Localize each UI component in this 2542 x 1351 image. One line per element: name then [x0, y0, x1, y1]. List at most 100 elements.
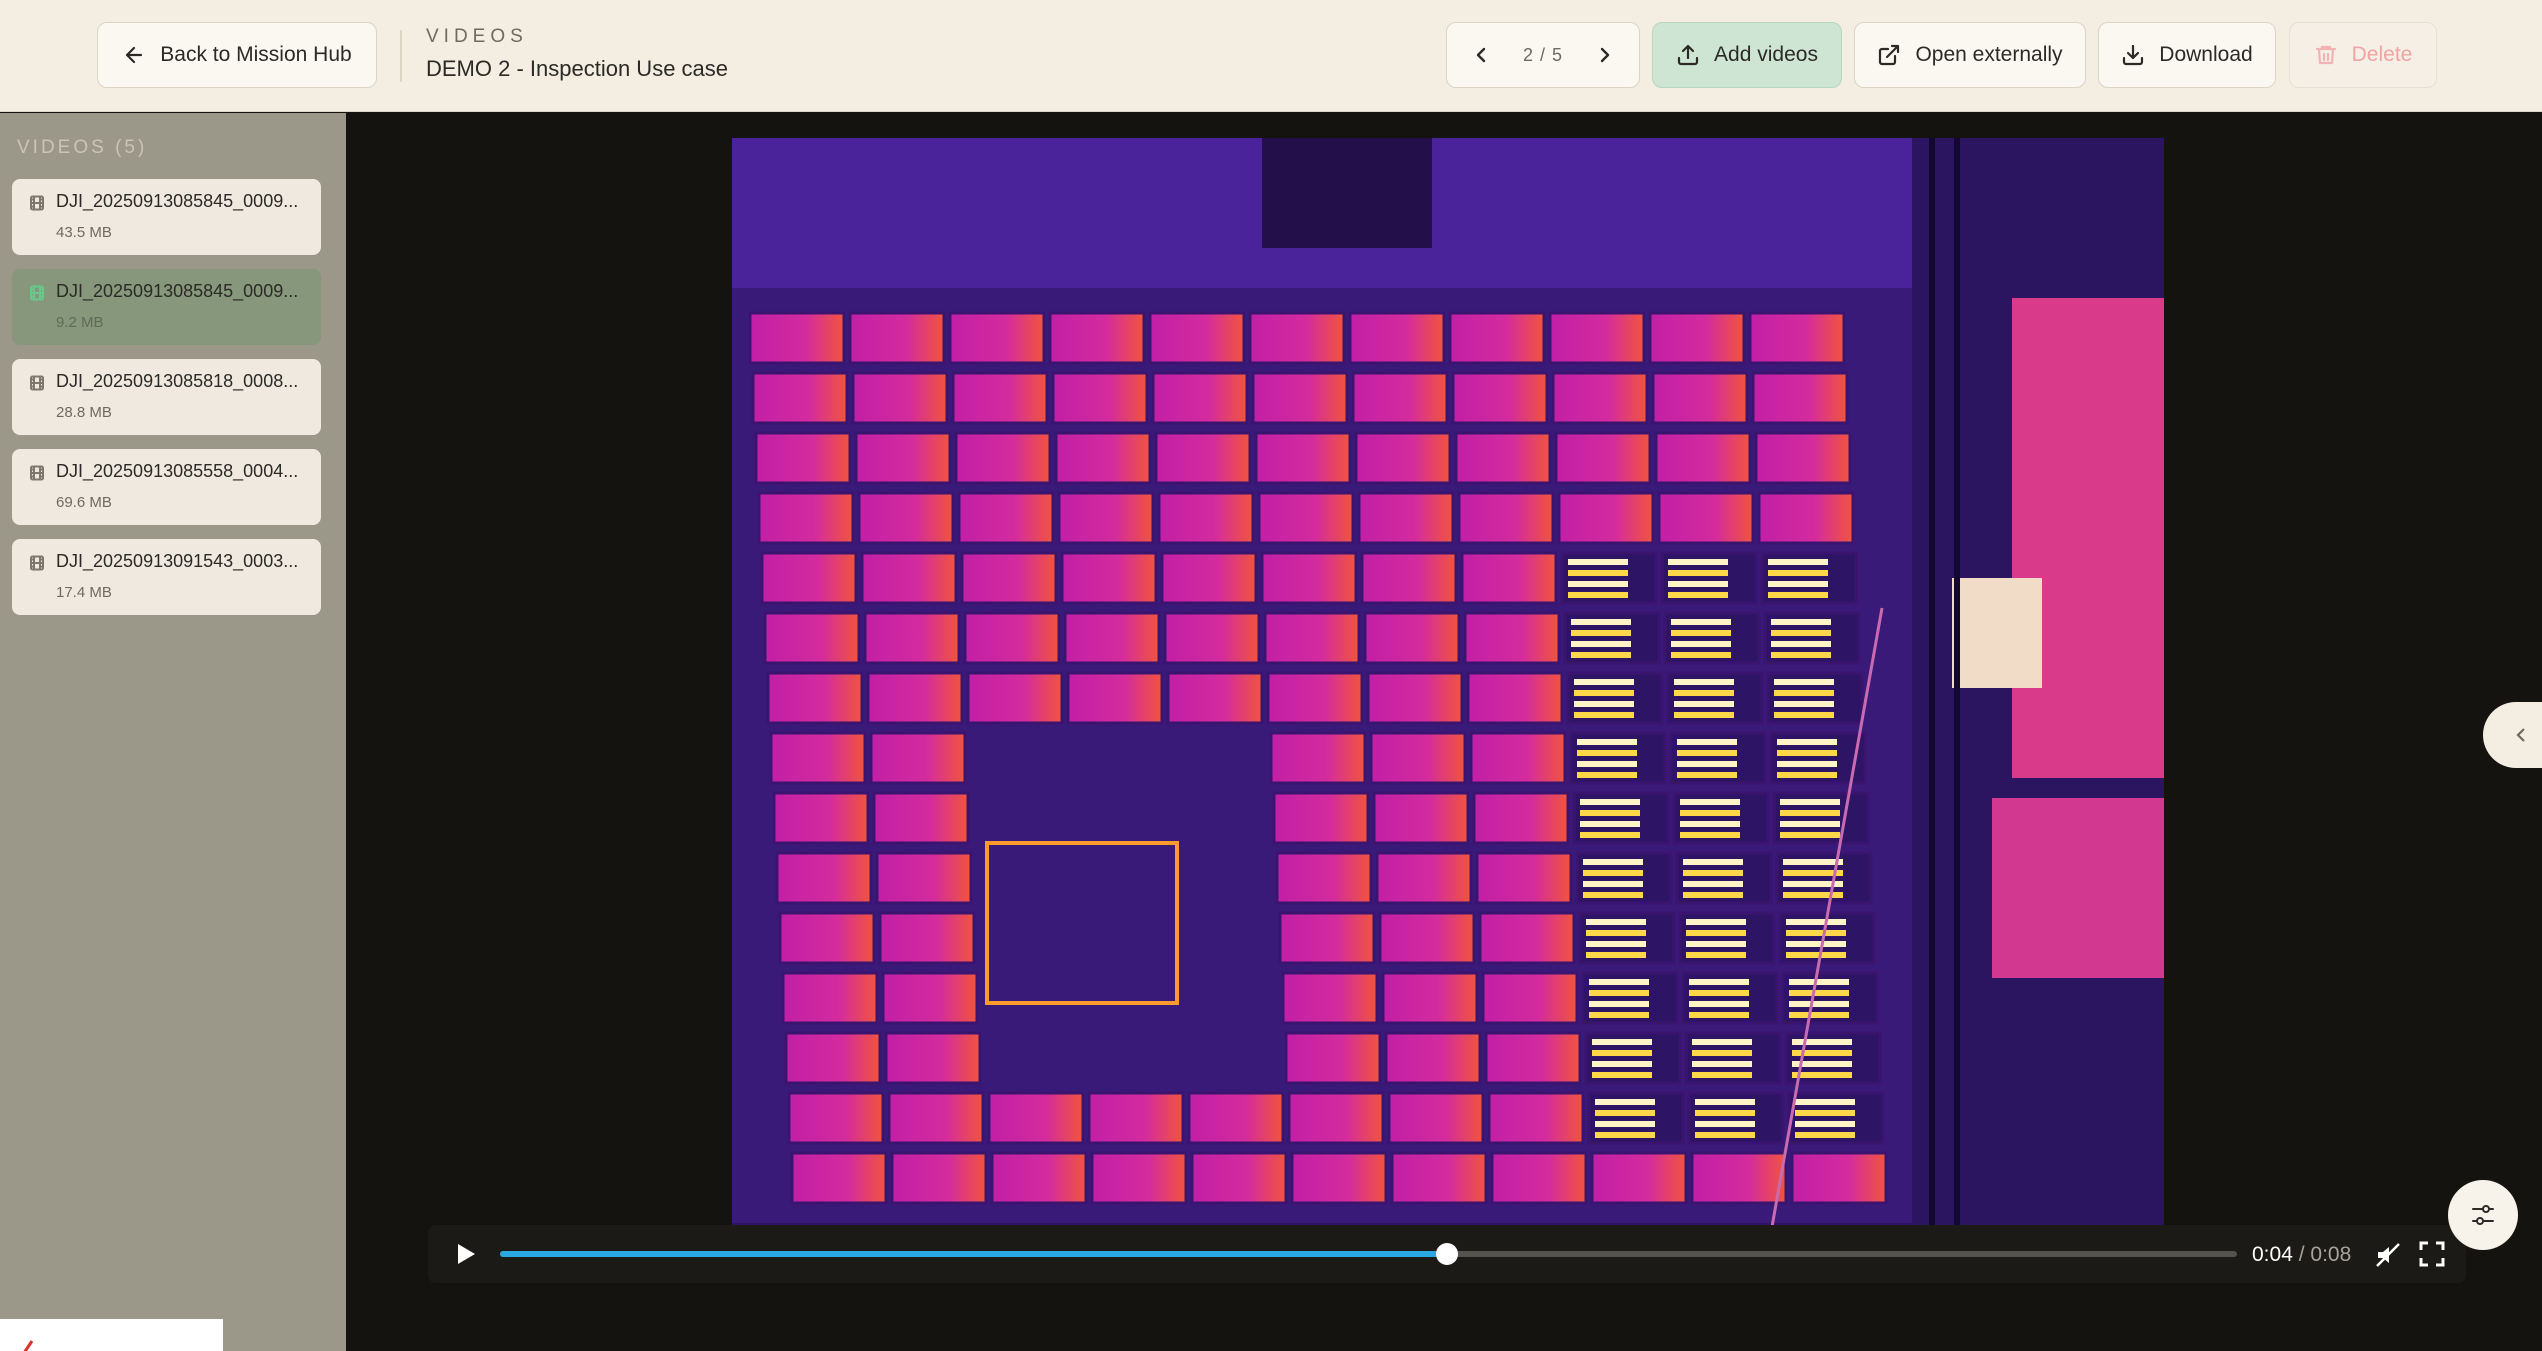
thermal-hotspot	[1780, 832, 1840, 838]
settings-button[interactable]	[2448, 1180, 2518, 1250]
corner-badge	[0, 1319, 223, 1351]
thermal-hotspot	[1574, 701, 1634, 707]
thermal-panel	[1490, 1151, 1588, 1205]
thermal-panel	[854, 431, 952, 485]
thermal-panel	[1090, 1151, 1188, 1205]
thermal-hotspot	[1695, 1110, 1755, 1116]
delete-button[interactable]: Delete	[2289, 22, 2437, 88]
thermal-panel	[1278, 911, 1376, 965]
thermal-hotspot	[1671, 619, 1731, 625]
thermal-hotspot	[1668, 592, 1728, 598]
thermal-panel	[1357, 491, 1455, 545]
thermal-panel	[1590, 1151, 1688, 1205]
open-externally-button[interactable]: Open externally	[1854, 22, 2086, 88]
thermal-hotspot	[1668, 559, 1728, 565]
thermal-hotspot	[1683, 870, 1743, 876]
list-item-video-5[interactable]: DJI_20250913091543_0003... 17.4 MB	[12, 539, 321, 615]
thermal-panel	[790, 1151, 888, 1205]
thermal-hotspot	[1689, 1001, 1749, 1007]
thermal-panel	[966, 671, 1064, 725]
fullscreen-icon[interactable]	[2419, 1241, 2445, 1267]
thermal-hotspot	[1686, 930, 1746, 936]
thermal-hotspot	[1692, 1050, 1752, 1056]
seek-bar[interactable]	[500, 1243, 2237, 1265]
thermal-panel	[1469, 731, 1567, 785]
thermal-panel	[1557, 491, 1655, 545]
thermal-panel	[1048, 311, 1146, 365]
collapse-panel-tab[interactable]	[2483, 702, 2542, 768]
thermal-panel	[1457, 491, 1555, 545]
thermal-panel	[754, 431, 852, 485]
thermal-hotspot	[1583, 870, 1643, 876]
video-frame[interactable]	[732, 138, 2164, 1283]
thermal-hotspot	[1768, 559, 1828, 565]
add-videos-button[interactable]: Add videos	[1652, 22, 1842, 88]
thermal-hotspot	[1674, 701, 1734, 707]
thermal-panel	[1451, 371, 1549, 425]
thermal-hotspot	[1768, 570, 1828, 576]
thermal-hotspot	[1668, 570, 1728, 576]
list-item-video-3[interactable]: DJI_20250913085818_0008... 28.8 MB	[12, 359, 321, 435]
video-name: DJI_20250913085845_0009...	[56, 281, 299, 301]
back-to-mission-hub-button[interactable]: Back to Mission Hub	[97, 22, 377, 88]
video-size: 9.2 MB	[56, 314, 104, 331]
thermal-panel	[1472, 791, 1570, 845]
thermal-hotspot	[1689, 990, 1749, 996]
thermal-panel	[1484, 1031, 1582, 1085]
thermal-panel	[748, 311, 846, 365]
sidebar-title: VIDEOS (5)	[17, 137, 148, 158]
thermal-hotspot	[1792, 1072, 1852, 1078]
thermal-video-image	[732, 138, 2164, 1283]
thermal-hotspot	[1683, 881, 1743, 887]
video-controls: 0:04 / 0:08	[428, 1225, 2466, 1283]
upload-icon	[1677, 44, 1699, 66]
thermal-panel	[763, 611, 861, 665]
thermal-hotspot	[1783, 859, 1843, 865]
thermal-panel	[781, 971, 879, 1025]
list-item-video-4[interactable]: DJI_20250913085558_0004... 69.6 MB	[12, 449, 321, 525]
thermal-panel	[1260, 551, 1358, 605]
download-button[interactable]: Download	[2098, 22, 2276, 88]
chevron-left-icon[interactable]	[1469, 43, 1493, 67]
film-icon	[29, 465, 45, 481]
thermal-panel	[1748, 311, 1846, 365]
list-item-video-2[interactable]: DJI_20250913085845_0009... 9.2 MB	[12, 269, 321, 345]
thermal-hotspot	[1695, 1121, 1755, 1127]
play-icon[interactable]	[452, 1241, 478, 1267]
thermal-hotspot	[1680, 832, 1740, 838]
thermal-panel	[951, 371, 1049, 425]
thermal-panel	[1381, 971, 1479, 1025]
thermal-panel	[1651, 371, 1749, 425]
video-pager: 2 / 5	[1446, 22, 1640, 88]
thermal-panel	[1554, 431, 1652, 485]
thermal-panel	[1157, 491, 1255, 545]
thermal-hotspot	[1586, 952, 1646, 958]
video-size: 17.4 MB	[56, 584, 112, 601]
thermal-hotspot	[1689, 1012, 1749, 1018]
thermal-hotspot	[1577, 739, 1637, 745]
thermal-hotspot	[1583, 859, 1643, 865]
video-name: DJI_20250913085845_0009...	[56, 191, 299, 211]
mute-icon[interactable]	[2374, 1241, 2402, 1269]
thermal-hotspot	[1677, 761, 1737, 767]
thermal-hotspot	[1686, 919, 1746, 925]
chevron-right-icon[interactable]	[1593, 43, 1617, 67]
header-divider	[400, 30, 402, 82]
thermal-panel	[1269, 731, 1367, 785]
seek-bar-handle[interactable]	[1435, 1243, 1458, 1265]
thermal-panel	[1460, 551, 1558, 605]
thermal-hotspot	[1580, 832, 1640, 838]
thermal-panel	[769, 731, 867, 785]
thermal-hotspot	[1692, 1061, 1752, 1067]
thermal-panel	[1360, 551, 1458, 605]
thermal-side-panels	[2012, 298, 2164, 778]
video-name: DJI_20250913091543_0003...	[56, 551, 299, 571]
thermal-hotspot	[1577, 772, 1637, 778]
thermal-panel	[1148, 311, 1246, 365]
thermal-hotspot	[1786, 930, 1846, 936]
thermal-panel	[1751, 371, 1849, 425]
thermal-hotspot	[1592, 1050, 1652, 1056]
list-item-video-1[interactable]: DJI_20250913085845_0009... 43.5 MB	[12, 179, 321, 255]
thermal-hotspot	[1583, 892, 1643, 898]
thermal-hotspot	[1692, 1039, 1752, 1045]
